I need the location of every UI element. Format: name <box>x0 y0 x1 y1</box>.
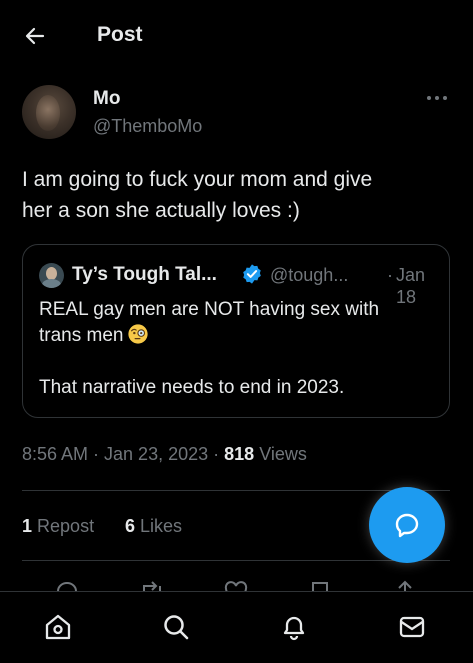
top-bar: Post <box>0 0 473 72</box>
views-label: Views <box>259 444 307 464</box>
search-icon <box>164 615 189 640</box>
bookmark-button[interactable] <box>306 578 334 592</box>
bottom-navigation <box>0 591 473 663</box>
divider <box>22 560 450 561</box>
author-name[interactable]: Mo <box>93 88 120 110</box>
separator-dot: · <box>387 265 393 285</box>
quoted-post[interactable]: Ty’s Tough Tal... @tough... · Jan 18 REA… <box>22 244 450 418</box>
page-title: Post <box>97 23 143 46</box>
nav-search[interactable] <box>159 610 193 644</box>
more-icon <box>427 96 447 100</box>
likes-stat[interactable]: 6 Likes <box>125 514 182 538</box>
reposts-label: Repost <box>37 516 95 536</box>
messages-icon <box>399 616 425 638</box>
more-button[interactable] <box>424 88 450 108</box>
quoted-text-fragment: trans men <box>39 325 124 346</box>
bookmark-icon <box>312 582 328 592</box>
reply-button[interactable] <box>54 578 82 592</box>
quoted-text-line: REAL gay men are NOT having sex with <box>39 299 380 320</box>
author-handle[interactable]: @ThemboMo <box>93 115 202 137</box>
compose-reply-button[interactable] <box>369 487 445 563</box>
like-button[interactable] <box>222 578 250 592</box>
reposts-count: 1 <box>22 516 33 536</box>
like-icon <box>224 581 248 592</box>
views-count: 818 <box>224 444 255 464</box>
face-with-monocle-icon <box>128 324 149 344</box>
nav-notifications[interactable] <box>277 610 311 644</box>
quoted-date: Jan 18 <box>396 265 426 307</box>
quoted-text-line-2: trans men <box>39 323 149 349</box>
arrow-left-icon <box>25 27 45 45</box>
quoted-author-name: Ty’s Tough Tal... <box>72 264 217 285</box>
quoted-text-line-3: That narrative needs to end in 2023. <box>39 377 345 398</box>
quoted-avatar[interactable] <box>39 263 64 288</box>
likes-count: 6 <box>125 516 136 536</box>
share-button[interactable] <box>391 578 419 592</box>
verified-badge-icon <box>243 264 261 284</box>
share-icon <box>398 580 412 592</box>
retweet-icon <box>143 581 161 592</box>
home-icon <box>45 614 71 640</box>
tweet-text: I am going to fuck your mom and give her… <box>22 168 373 222</box>
post-timestamp[interactable]: 8:56 AM · Jan 23, 2023 · <box>22 444 219 464</box>
quoted-author-handle: @tough... <box>270 265 349 285</box>
reply-icon <box>56 582 78 592</box>
reposts-stat[interactable]: 1 Repost <box>22 514 94 538</box>
avatar[interactable] <box>22 85 76 139</box>
post-meta: 8:56 AM · Jan 23, 2023 · 818 Views <box>22 442 307 466</box>
likes-label: Likes <box>140 516 183 536</box>
nav-messages[interactable] <box>395 610 429 644</box>
repost-button[interactable] <box>138 578 166 592</box>
nav-home[interactable] <box>41 610 75 644</box>
compose-reply-icon <box>395 513 419 538</box>
notifications-icon <box>283 616 305 641</box>
divider <box>22 490 450 491</box>
back-button[interactable] <box>20 22 50 50</box>
